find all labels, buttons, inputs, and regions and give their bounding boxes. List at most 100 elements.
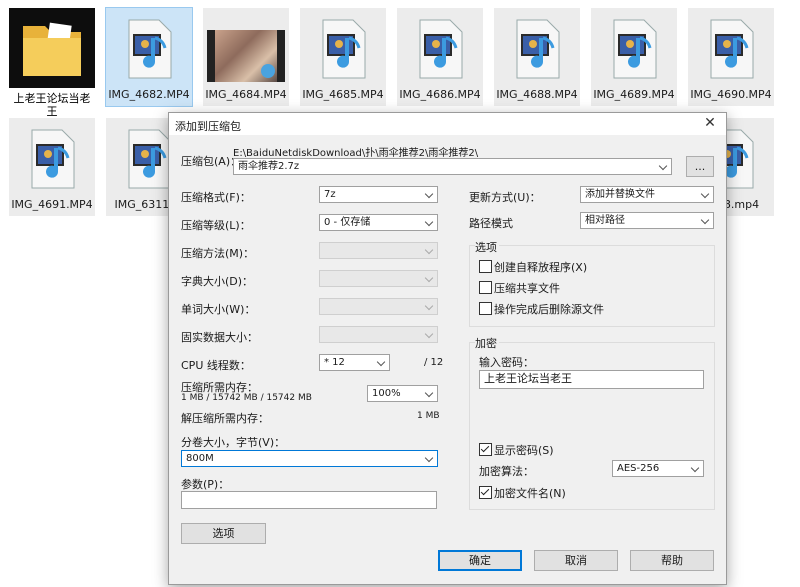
password-label: 输入密码： (479, 356, 534, 369)
solid-select[interactable] (319, 326, 438, 343)
algorithm-select[interactable]: AES-256 (612, 460, 704, 477)
media-file-icon (707, 18, 755, 80)
decompress-memory-label: 解压缩所需内存： (181, 412, 269, 425)
media-file-icon (513, 18, 561, 80)
video-thumbnail-icon (207, 30, 285, 82)
media-file-icon (416, 18, 464, 80)
sfx-label: 创建自释放程序(X) (494, 261, 588, 274)
file-name: IMG_4685.MP4 (302, 88, 384, 101)
media-file-icon (319, 18, 367, 80)
method-label: 压缩方法(M)： (181, 247, 255, 260)
show-password-label: 显示密码(S) (494, 444, 554, 457)
volume-label: 分卷大小，字节(V)： (181, 436, 286, 449)
volume-combo[interactable]: 800M (181, 450, 438, 467)
media-file-icon (28, 128, 76, 190)
algorithm-value: AES-256 (617, 463, 660, 474)
cpu-label: CPU 线程数： (181, 359, 251, 372)
chevron-down-icon (375, 355, 387, 370)
chevron-down-icon (699, 213, 711, 228)
chevron-down-icon (657, 159, 669, 174)
chevron-down-icon (423, 215, 435, 230)
file-name: 上老王论坛当老王 (9, 92, 95, 118)
file-item[interactable]: IMG_4686.MP4 (397, 8, 483, 106)
path-mode-label: 路径模式 (469, 217, 513, 230)
chevron-down-icon (423, 299, 435, 314)
volume-value: 800M (186, 453, 214, 464)
shared-label: 压缩共享文件 (494, 282, 560, 295)
file-item[interactable]: IMG_4691.MP4 (9, 118, 95, 216)
file-item[interactable]: IMG_4688.MP4 (494, 8, 580, 106)
help-button[interactable]: 帮助 (630, 550, 714, 571)
cpu-max: / 12 (424, 357, 444, 368)
encrypt-names-checkbox[interactable] (479, 486, 492, 499)
chevron-down-icon (423, 451, 435, 466)
media-file-icon (125, 128, 173, 190)
browse-button[interactable]: ... (686, 156, 714, 177)
file-item[interactable]: IMG_4689.MP4 (591, 8, 677, 106)
shared-checkbox[interactable] (479, 281, 492, 294)
file-item[interactable]: 上老王论坛当老王 (9, 8, 95, 118)
file-name: IMG_4688.MP4 (496, 88, 578, 101)
chevron-down-icon (689, 461, 701, 476)
level-label: 压缩等级(L)： (181, 219, 251, 232)
media-file-icon (610, 18, 658, 80)
word-select[interactable] (319, 298, 438, 315)
params-label: 参数(P)： (181, 478, 230, 491)
memory-detail: 1 MB / 15742 MB / 15742 MB (181, 393, 312, 403)
memory-percent-select[interactable]: 100% (367, 385, 438, 402)
chevron-down-icon (423, 271, 435, 286)
format-select[interactable]: 7z (319, 186, 438, 203)
file-name: IMG_4686.MP4 (399, 88, 481, 101)
update-mode-select[interactable]: 添加并替换文件 (580, 186, 714, 203)
encrypt-names-label: 加密文件名(N) (494, 487, 566, 500)
archive-path: E:\BaiduNetdiskDownload\扑\雨伞推荐2\雨伞推荐2\ (233, 148, 479, 159)
delete-source-label: 操作完成后删除源文件 (494, 303, 604, 316)
word-label: 单词大小(W)： (181, 303, 256, 316)
chevron-down-icon (423, 386, 435, 401)
path-mode-select[interactable]: 相对路径 (580, 212, 714, 229)
level-value: 0 - 仅存储 (324, 217, 371, 228)
file-item[interactable]: IMG_4685.MP4 (300, 8, 386, 106)
encryption-group-title: 加密 (475, 335, 499, 351)
cancel-button[interactable]: 取消 (534, 550, 618, 571)
cpu-select[interactable]: * 12 (319, 354, 390, 371)
folder-icon (17, 14, 87, 82)
options-button[interactable]: 选项 (181, 523, 266, 544)
show-password-checkbox[interactable] (479, 443, 492, 456)
update-mode-label: 更新方式(U)： (469, 191, 541, 204)
file-name: IMG_4691.MP4 (11, 198, 93, 211)
memory-percent-value: 100% (372, 388, 401, 399)
file-name: IMG_4689.MP4 (593, 88, 675, 101)
level-select[interactable]: 0 - 仅存储 (319, 214, 438, 231)
format-value: 7z (324, 189, 336, 200)
chevron-down-icon (423, 327, 435, 342)
file-name: IMG_4690.MP4 (690, 88, 772, 101)
delete-source-checkbox[interactable] (479, 302, 492, 315)
sfx-checkbox[interactable] (479, 260, 492, 273)
params-input[interactable] (181, 491, 437, 509)
file-name: IMG_4684.MP4 (205, 88, 287, 101)
decompress-memory-value: 1 MB (417, 411, 440, 421)
cpu-value: * 12 (324, 357, 345, 368)
file-item[interactable]: IMG_4690.MP4 (688, 8, 774, 106)
solid-label: 固实数据大小： (181, 331, 258, 344)
dict-select[interactable] (319, 270, 438, 287)
dict-label: 字典大小(D)： (181, 275, 254, 288)
method-select[interactable] (319, 242, 438, 259)
dialog-title: 添加到压缩包 (175, 120, 241, 133)
file-item[interactable]: IMG_4682.MP4 (105, 7, 193, 107)
path-mode-value: 相对路径 (585, 215, 625, 226)
update-mode-value: 添加并替换文件 (585, 189, 655, 200)
options-group-title: 选项 (475, 239, 499, 255)
chevron-down-icon (423, 243, 435, 258)
format-label: 压缩格式(F)： (181, 191, 251, 204)
password-input[interactable]: 上老王论坛当老王 (479, 370, 704, 389)
ok-button[interactable]: 确定 (438, 550, 522, 571)
chevron-down-icon (423, 187, 435, 202)
file-item[interactable]: IMG_4684.MP4 (203, 8, 289, 106)
dialog-titlebar: 添加到压缩包 ✕ (169, 113, 726, 135)
close-icon[interactable]: ✕ (702, 115, 718, 131)
algorithm-label: 加密算法： (479, 465, 534, 478)
chevron-down-icon (699, 187, 711, 202)
archive-name-combo[interactable]: 雨伞推荐2.7z (233, 158, 672, 175)
